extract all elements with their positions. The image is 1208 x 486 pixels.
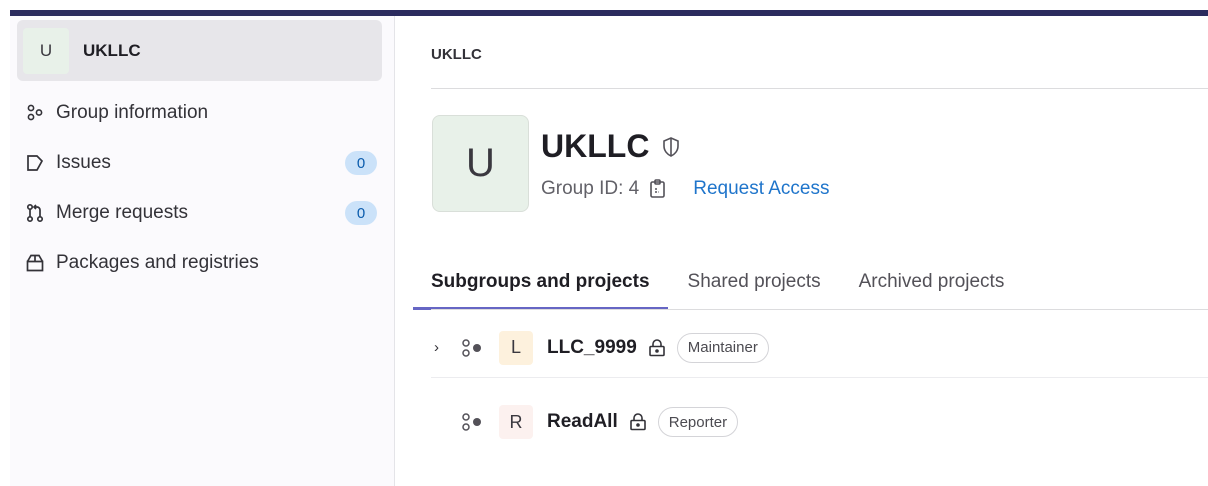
page-title: UKLLC: [541, 128, 650, 164]
sidebar-item-label: Issues: [56, 152, 111, 173]
role-badge: Maintainer: [676, 332, 769, 363]
chevron-right-icon[interactable]: ›: [431, 339, 451, 356]
issues-icon: [24, 152, 46, 174]
sidebar-item-merge-requests[interactable]: Merge requests 0: [24, 198, 380, 228]
group-icon: [24, 102, 46, 124]
sidebar-item-packages-and-registries[interactable]: Packages and registries: [24, 248, 380, 278]
request-access-link[interactable]: Request Access: [693, 178, 829, 200]
top-bar: [0, 0, 1208, 16]
list-item[interactable]: › L LLC_9999 Maintainer: [431, 318, 1208, 378]
group-id-text: Group ID: 4: [541, 178, 640, 199]
sidebar-item-issues[interactable]: Issues 0: [24, 148, 380, 178]
project-avatar: R: [499, 405, 533, 439]
tab-archived-projects[interactable]: Archived projects: [859, 254, 1005, 310]
lock-icon: [629, 413, 646, 431]
issues-count-badge: 0: [345, 151, 377, 175]
shield-icon: [663, 136, 680, 157]
group-name: UKLLC: [83, 40, 141, 60]
copy-icon[interactable]: [647, 178, 669, 200]
sidebar-item-label: Packages and registries: [56, 252, 259, 273]
sidebar-item-label: Merge requests: [56, 202, 189, 223]
sidebar-item-label: Group information: [56, 102, 209, 123]
group-header-avatar: U: [432, 115, 529, 212]
sidebar: U UKLLC Group information Issues 0 Merge…: [10, 16, 395, 486]
merge-request-icon: [24, 202, 46, 224]
list-item[interactable]: R ReadAll Reporter: [431, 392, 1208, 452]
project-name-link[interactable]: LLC_9999: [547, 337, 637, 359]
tab-subgroups-and-projects[interactable]: Subgroups and projects: [413, 254, 668, 310]
group-id-line: Group ID: 4 Request Access: [541, 178, 829, 200]
sidebar-group-header[interactable]: U UKLLC: [17, 20, 382, 81]
lock-icon: [648, 338, 665, 356]
group-tabs: Subgroups and projects Shared projects A…: [413, 254, 1042, 310]
project-name-link[interactable]: ReadAll: [547, 411, 618, 433]
group-avatar: U: [23, 27, 69, 74]
package-icon: [24, 252, 46, 274]
project-avatar: L: [499, 330, 533, 365]
role-badge: Reporter: [657, 407, 739, 437]
merge-requests-count-badge: 0: [345, 201, 377, 225]
main-content: UKLLC U UKLLC Group ID: 4 Request Access…: [396, 16, 1208, 486]
subgroup-icon: [462, 413, 481, 431]
breadcrumb[interactable]: UKLLC: [431, 46, 482, 63]
tabs-divider: [431, 309, 1208, 310]
tab-shared-projects[interactable]: Shared projects: [688, 254, 821, 310]
subgroup-icon: [462, 338, 481, 357]
sidebar-item-group-information[interactable]: Group information: [24, 98, 380, 128]
breadcrumb-divider: [431, 88, 1208, 89]
group-title: UKLLC: [541, 128, 683, 165]
